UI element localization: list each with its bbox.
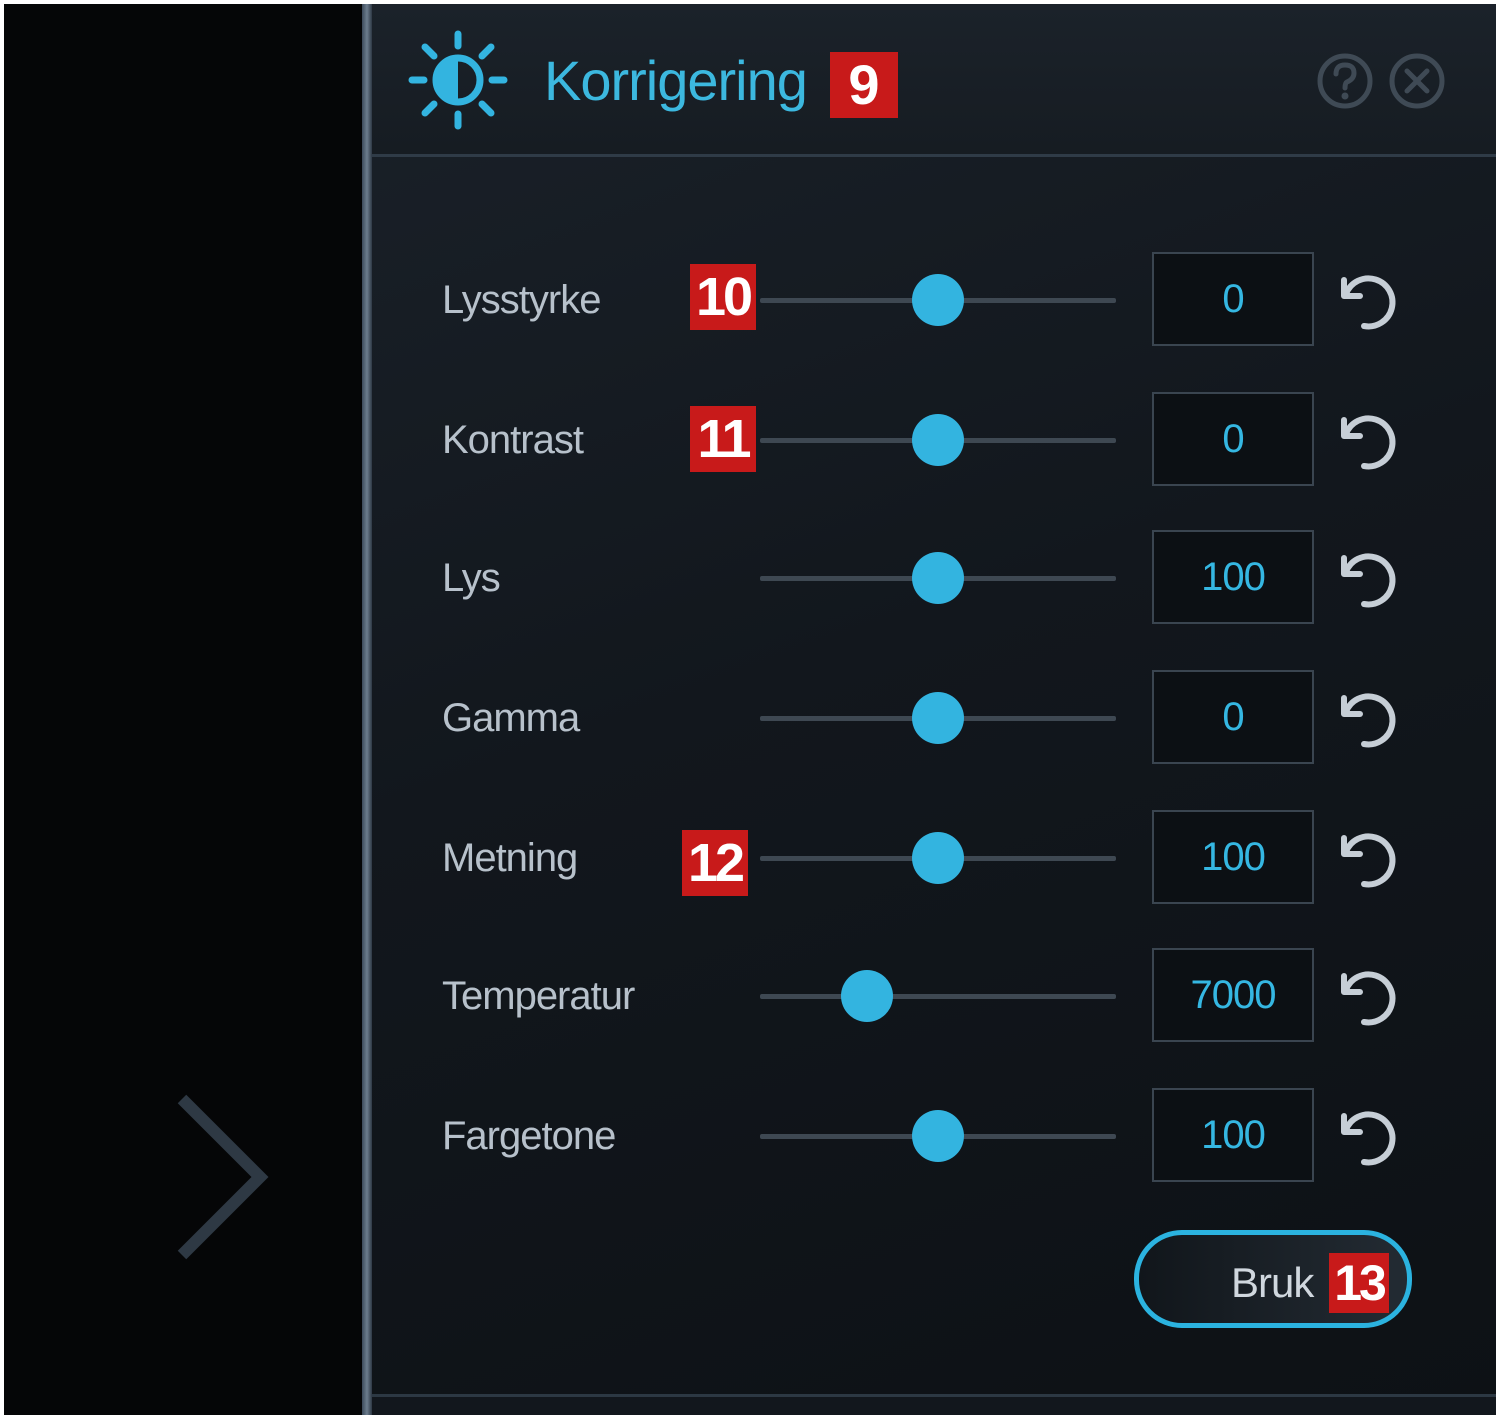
- callout-badge-contrast: 11: [690, 406, 756, 472]
- slider-row-hue: Fargetone 100: [372, 1086, 1496, 1186]
- slider-thumb[interactable]: [912, 552, 964, 604]
- slider-row-saturation: Metning 100: [372, 808, 1496, 908]
- callout-badge-title: 9: [830, 52, 898, 118]
- slider-thumb[interactable]: [840, 970, 893, 1022]
- slider-label: Metning: [442, 836, 578, 880]
- panel-title: Korrigering: [544, 49, 808, 112]
- slider-track[interactable]: [760, 994, 1116, 999]
- slider-thumb[interactable]: [912, 692, 964, 744]
- close-icon[interactable]: [1388, 52, 1446, 110]
- slider-label: Lys: [442, 556, 501, 600]
- help-icon[interactable]: [1316, 52, 1374, 110]
- brightness-icon: [408, 30, 508, 130]
- slider-label: Temperatur: [442, 974, 635, 1018]
- value-field[interactable]: 7000: [1152, 948, 1314, 1042]
- value-field[interactable]: 100: [1152, 1088, 1314, 1182]
- value-field[interactable]: 0: [1152, 670, 1314, 764]
- slider-thumb[interactable]: [912, 832, 964, 884]
- value-field[interactable]: 0: [1152, 392, 1314, 486]
- slider-thumb[interactable]: [912, 1110, 964, 1162]
- slider-row-brightness: Lysstyrke 0: [372, 250, 1496, 350]
- reset-icon[interactable]: [1330, 684, 1400, 754]
- value-field[interactable]: 100: [1152, 530, 1314, 624]
- callout-badge-brightness: 10: [690, 264, 756, 330]
- slider-label: Gamma: [442, 696, 580, 740]
- slider-row-gamma: Gamma 0: [372, 668, 1496, 768]
- panel-divider[interactable]: [362, 4, 372, 1415]
- reset-icon[interactable]: [1330, 544, 1400, 614]
- reset-icon[interactable]: [1330, 824, 1400, 894]
- reset-icon[interactable]: [1330, 962, 1400, 1032]
- slider-label: Lysstyrke: [442, 278, 601, 322]
- reset-icon[interactable]: [1330, 406, 1400, 476]
- reset-icon[interactable]: [1330, 1102, 1400, 1172]
- callout-badge-apply: 13: [1329, 1253, 1389, 1313]
- slider-label: Kontrast: [442, 418, 584, 462]
- slider-thumb[interactable]: [912, 414, 964, 466]
- panel-header: Korrigering 9: [372, 4, 1496, 157]
- apply-button[interactable]: Bruk 13: [1134, 1230, 1412, 1328]
- slider-thumb[interactable]: [912, 274, 964, 326]
- window-frame: Korrigering 9 Lysstyrke 0 10 Kontrast 0 …: [4, 4, 1496, 1415]
- slider-row-temperature: Temperatur 7000: [372, 946, 1496, 1046]
- value-field[interactable]: 0: [1152, 252, 1314, 346]
- apply-button-label: Bruk: [1231, 1259, 1314, 1306]
- reset-icon[interactable]: [1330, 266, 1400, 336]
- value-field[interactable]: 100: [1152, 810, 1314, 904]
- slider-row-contrast: Kontrast 0: [372, 390, 1496, 490]
- slider-row-light: Lys 100: [372, 528, 1496, 628]
- callout-badge-saturation: 12: [682, 830, 748, 896]
- left-pane: [4, 4, 362, 1415]
- slider-label: Fargetone: [442, 1114, 616, 1158]
- panel-footer: [372, 1394, 1496, 1415]
- correction-panel: Korrigering 9 Lysstyrke 0 10 Kontrast 0 …: [372, 4, 1496, 1415]
- chevron-right-icon[interactable]: [164, 1089, 274, 1264]
